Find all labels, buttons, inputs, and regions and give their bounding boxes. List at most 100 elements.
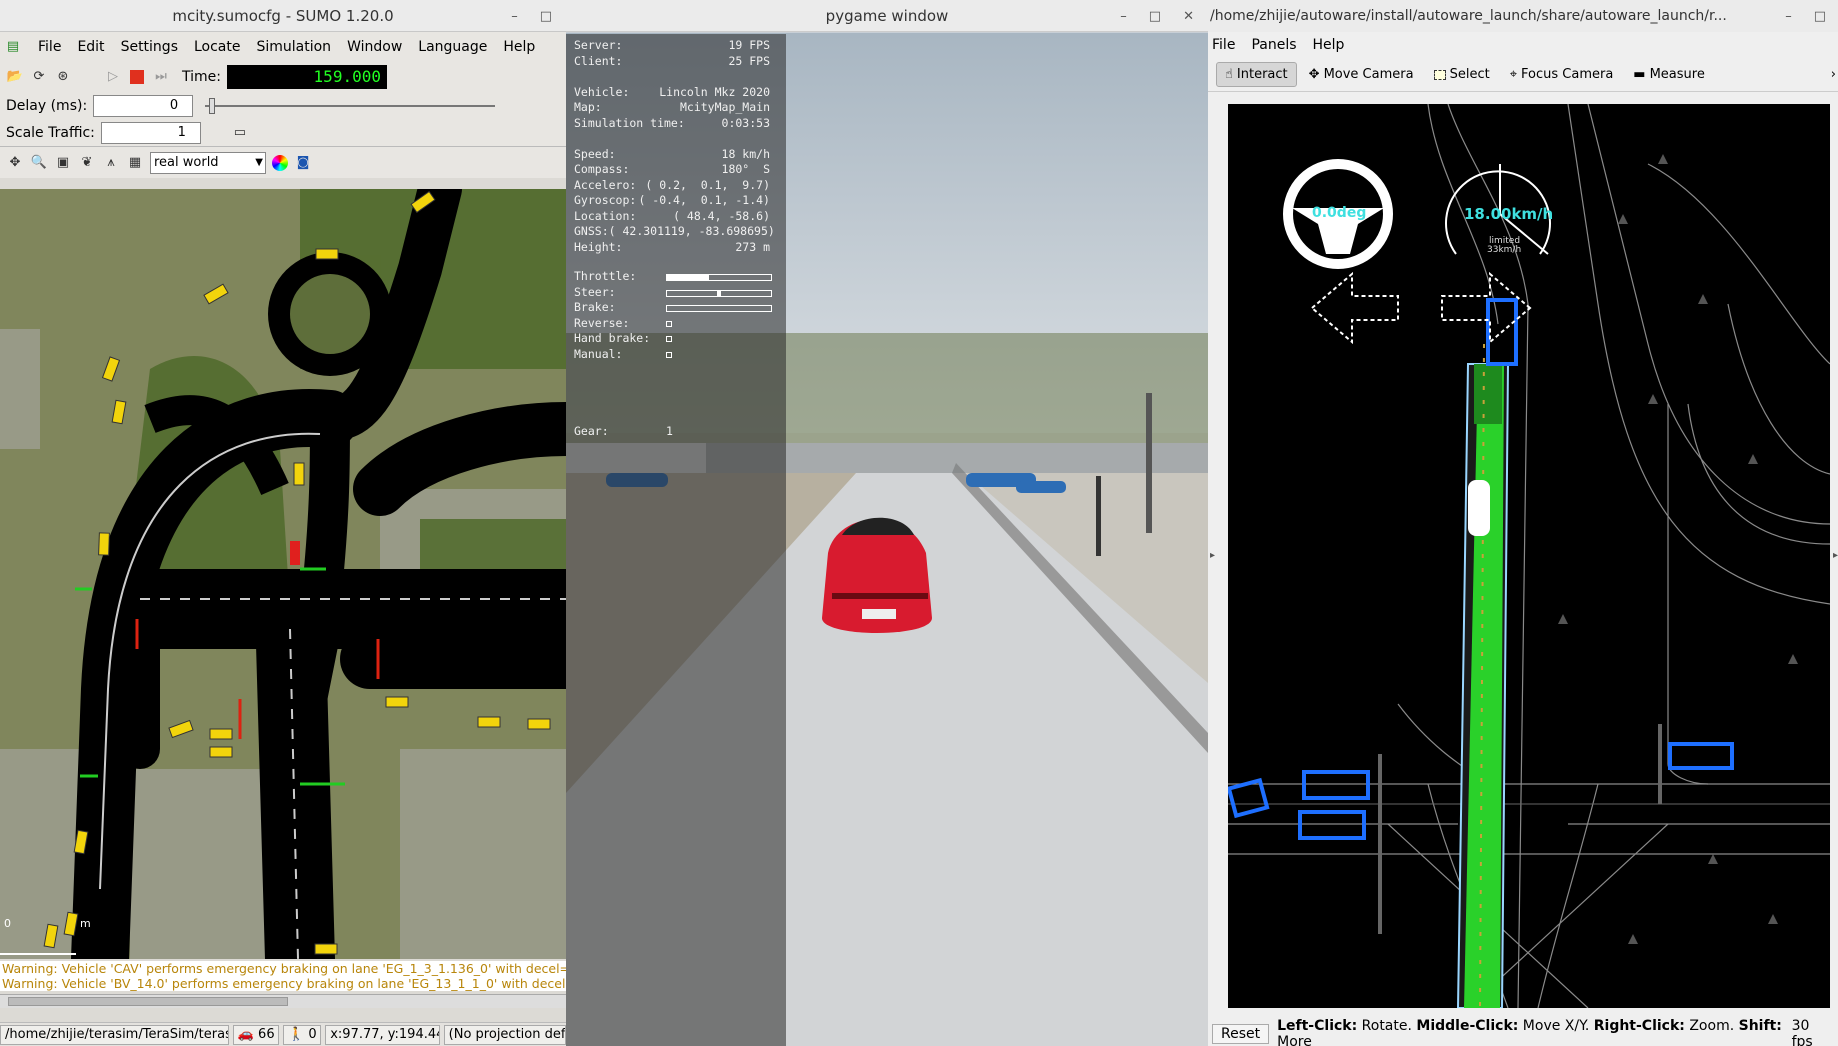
run-icon[interactable]: ▷ xyxy=(104,68,122,86)
rviz-3d-view[interactable]: 0.0deg 18.00km/h limited 33km/h xyxy=(1226,103,1831,1009)
tool-select[interactable]: Select xyxy=(1426,63,1498,86)
sumo-scale-row: Scale Traffic: 1 ▭ xyxy=(0,119,566,146)
delay-input[interactable]: 0 xyxy=(93,94,194,117)
fps-display: 30 fps xyxy=(1791,1018,1813,1046)
sumo-network-svg xyxy=(0,189,566,959)
menu-help[interactable]: Help xyxy=(503,39,535,55)
help-right-text: Zoom. xyxy=(1684,1018,1739,1034)
pygame-window-controls: – □ ✕ xyxy=(1120,0,1194,32)
scale-options-icon[interactable]: ▭ xyxy=(231,124,249,142)
close-icon[interactable]: ✕ xyxy=(1183,9,1194,24)
app-icon: ▤ xyxy=(6,39,20,54)
hud-line: Map: McityMap_Main xyxy=(574,100,770,114)
menu-simulation[interactable]: Simulation xyxy=(256,39,331,55)
status-config-path: /home/zhijie/terasim/TeraSim/terasi xyxy=(0,1024,229,1045)
hud-line: Server: 19 FPS xyxy=(574,38,770,52)
menu-settings[interactable]: Settings xyxy=(121,39,178,55)
menu-language[interactable]: Language xyxy=(418,39,487,55)
scale-label: Scale Traffic: xyxy=(6,124,95,141)
menu-locate[interactable]: Locate xyxy=(194,39,241,55)
status-coordinates: x:97.77, y:194.44 xyxy=(325,1024,440,1045)
scale-input[interactable]: 1 xyxy=(100,121,201,144)
tool-move-camera[interactable]: ✥ Move Camera xyxy=(1301,63,1422,86)
left-dock-handle[interactable]: ▸ xyxy=(1210,550,1215,561)
minimize-icon[interactable]: – xyxy=(1120,9,1127,24)
tool-measure[interactable]: ▬ Measure xyxy=(1625,63,1713,86)
rviz-statusbar: Reset Left-Click: Rotate. Middle-Click: … xyxy=(1208,1018,1838,1046)
menu-file[interactable]: File xyxy=(38,39,61,55)
vehicle-count: 66 xyxy=(258,1026,275,1042)
hud-control-bar xyxy=(666,305,772,312)
hud-line: GNSS:( 42.301119, -83.698695) xyxy=(574,224,775,238)
hud-key: Map: xyxy=(574,100,602,114)
hud-control-checkbox xyxy=(666,320,672,327)
view-scheme-select[interactable]: real world ▼ xyxy=(150,151,266,174)
hud-control-checkbox xyxy=(666,351,672,358)
hud-value: 273 m xyxy=(735,239,770,254)
zoom-icon[interactable]: 🔍 xyxy=(30,154,48,172)
open-icon[interactable]: 📂 xyxy=(6,68,24,86)
rviz-title: /home/zhijie/autoware/install/autoware_l… xyxy=(1210,8,1727,24)
hud-control-label: Throttle: xyxy=(574,269,637,283)
hud-line: Accelero: ( 0.2, 0.1, 9.7) xyxy=(574,178,770,192)
rviz-menu-file[interactable]: File xyxy=(1212,37,1235,53)
maximize-icon[interactable]: □ xyxy=(1814,9,1826,24)
tool-focus-camera-label: Focus Camera xyxy=(1521,67,1614,82)
reset-button[interactable]: Reset xyxy=(1212,1024,1270,1044)
vehicle-icon[interactable]: ❦ xyxy=(78,154,96,172)
delay-slider[interactable] xyxy=(205,97,496,115)
tool-focus-camera[interactable]: ⌖ Focus Camera xyxy=(1502,63,1622,86)
message-scrollbar[interactable] xyxy=(0,994,566,1008)
status-persons: 🚶 0 xyxy=(283,1024,322,1045)
hud-value: ( 48.4, -58.6) xyxy=(673,208,770,223)
rviz-window: /home/zhijie/autoware/install/autoware_l… xyxy=(1208,0,1838,1046)
hud-control-row: Manual: xyxy=(574,347,770,361)
step-icon[interactable]: ⏭ xyxy=(152,68,170,86)
minimize-icon[interactable]: – xyxy=(511,9,518,24)
hud-key: Speed: xyxy=(574,146,616,161)
hud-panel: Server: 19 FPS Client: 25 FPS Vehicle: Lincol… xyxy=(566,34,786,1046)
screenshot-icon[interactable]: ◙ xyxy=(294,154,312,172)
time-display: 159.000 xyxy=(226,65,387,89)
junction-icon[interactable]: ⩚ xyxy=(102,154,120,172)
hud-key: Height: xyxy=(574,239,623,254)
help-middle-key: Middle-Click: xyxy=(1416,1018,1519,1034)
stop-icon[interactable] xyxy=(128,68,146,86)
edit-view-icon[interactable]: ▦ xyxy=(126,154,144,172)
person-count: 0 xyxy=(308,1026,317,1042)
recenter-icon[interactable]: ✥ xyxy=(6,154,24,172)
right-dock-handle[interactable]: ▸ xyxy=(1833,550,1838,561)
hud-key: Location: xyxy=(574,208,637,223)
gear-value: 1 xyxy=(666,424,673,438)
menu-edit[interactable]: Edit xyxy=(77,39,104,55)
maximize-icon[interactable]: □ xyxy=(1149,9,1161,24)
sumo-sim-toolbar: 📂 ⟳ ⊛ ▷ ⏭ Time: 159.000 xyxy=(0,62,566,92)
hand-icon: ☝ xyxy=(1225,67,1233,82)
color-wheel-icon[interactable] xyxy=(272,154,288,171)
menu-window[interactable]: Window xyxy=(347,39,402,55)
hud-control-label: Manual: xyxy=(574,346,623,361)
minimize-icon[interactable]: – xyxy=(1785,9,1792,24)
rviz-menu-panels[interactable]: Panels xyxy=(1251,37,1296,53)
rviz-toolbar: ☝ Interact ✥ Move Camera Select ⌖ Focus Cam… xyxy=(1208,58,1838,92)
rviz-menubar: File Panels Help xyxy=(1208,32,1838,58)
sumo-window-controls: – □ xyxy=(511,0,552,32)
reload-icon[interactable]: ⟳ xyxy=(30,68,48,86)
hud-line: Vehicle: Lincoln Mkz 2020 xyxy=(574,85,770,99)
chevron-down-icon: ▼ xyxy=(255,156,263,168)
tool-measure-label: Measure xyxy=(1649,67,1705,82)
rviz-menu-help[interactable]: Help xyxy=(1313,37,1345,53)
sumo-map-view[interactable]: 0 m xyxy=(0,189,566,959)
maximize-icon[interactable]: □ xyxy=(540,9,552,24)
view-scheme-value: real world xyxy=(154,154,219,170)
cav-vehicle[interactable] xyxy=(290,541,300,565)
move-icon: ✥ xyxy=(1308,67,1320,82)
chevron-right-icon[interactable]: › xyxy=(1831,67,1836,82)
tool-interact[interactable]: ☝ Interact xyxy=(1216,62,1297,87)
locate-icon[interactable]: ▣ xyxy=(54,154,72,172)
recent-icon[interactable]: ⊛ xyxy=(54,68,72,86)
delay-label: Delay (ms): xyxy=(6,97,88,114)
car-icon: 🚗 xyxy=(237,1026,254,1042)
mouse-help: Left-Click: Rotate. Middle-Click: Move X… xyxy=(1277,1018,1784,1046)
hud-gear: Gear: 1 xyxy=(574,424,770,438)
